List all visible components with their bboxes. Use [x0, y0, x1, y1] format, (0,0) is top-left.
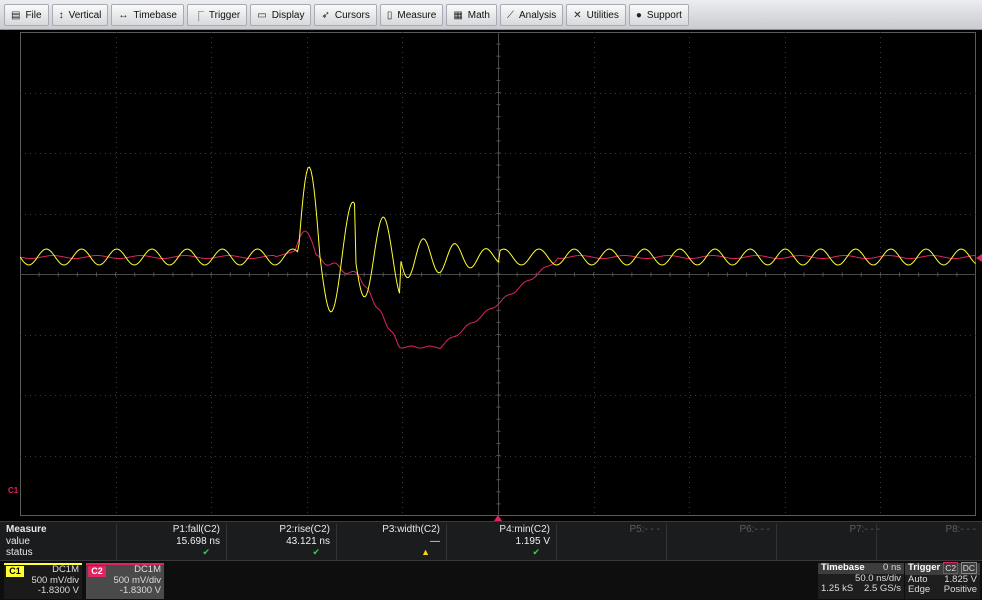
c2-offset: -1.8300 V [119, 585, 161, 596]
measure-param-value [667, 536, 770, 548]
menu-label: Trigger [208, 9, 241, 21]
trigger-level-marker-icon[interactable] [976, 254, 982, 262]
menu-timebase-button[interactable]: ↔ Timebase [111, 4, 184, 26]
status-check-icon [557, 547, 660, 559]
trigger-title: Trigger [908, 562, 941, 573]
menu-trigger-button[interactable]: ⎾ Trigger [186, 4, 248, 26]
measure-title: Measure [6, 524, 47, 535]
channel-descriptor-c1[interactable]: C1 DC1M 500 mV/div -1.8300 V [4, 563, 82, 599]
trace-label-c1: C1 [8, 486, 19, 495]
status-check-icon: ✔ [202, 547, 210, 557]
measure-param-1[interactable]: P1:fall(C2) 15.698 ns ✔ [116, 524, 224, 560]
warning-icon: ▲ [421, 547, 430, 557]
analysis-chart-icon: ⟋ [507, 9, 514, 21]
menu-label: Support [646, 9, 682, 21]
menu-label: Display [271, 9, 305, 21]
timebase-title: Timebase [821, 562, 865, 573]
menu-label: Analysis [519, 9, 557, 21]
descriptor-bar: C1 DC1M 500 mV/div -1.8300 V C2 DC1M 500… [0, 561, 982, 600]
menu-math-button[interactable]: ▦ Math [446, 4, 497, 26]
math-icon: ▦ [453, 9, 463, 21]
waveform-display[interactable] [20, 32, 976, 516]
measure-param-7[interactable]: P7:- - - [776, 524, 884, 560]
graticule-svg [20, 32, 976, 516]
trigger-source: C2 [943, 562, 959, 574]
timebase-descriptor[interactable]: Timebase 0 ns 50.0 ns/div 1.25 kS 2.5 GS… [818, 562, 904, 599]
horizontal-arrow-icon: ↔ [118, 9, 129, 21]
info-icon: ● [635, 9, 642, 21]
measure-icon: ▯ [386, 9, 393, 21]
menu-label: Cursors [334, 9, 370, 21]
timebase-delay: 0 ns [883, 562, 901, 573]
measure-row-status-label: status [6, 547, 33, 558]
menu-measure-button[interactable]: ▯ Measure [379, 4, 444, 26]
status-check-icon: ✔ [312, 547, 320, 557]
trigger-coupling: DC [960, 562, 977, 574]
measure-param-6[interactable]: P6:- - - [666, 524, 774, 560]
measure-param-value: 1.195 V [515, 535, 550, 547]
menu-display-button[interactable]: ▭ Display [250, 4, 312, 26]
measure-param-label: P4:min(C2) [499, 524, 550, 535]
menu-label: Timebase [133, 9, 177, 21]
menu-label: Utilities [586, 9, 619, 21]
measure-param-value: 15.698 ns [176, 535, 220, 547]
measure-param-value [557, 536, 660, 548]
measure-row-value-label: value [6, 535, 30, 547]
status-check-icon [777, 547, 880, 559]
menu-label: Vertical [68, 9, 102, 21]
menu-label: Measure [397, 9, 437, 21]
trigger-icon: ⎾ [193, 11, 204, 23]
c1-tag: C1 [6, 566, 24, 577]
channel-descriptor-c2[interactable]: C2 DC1M 500 mV/div -1.8300 V [86, 563, 164, 599]
measure-row-labels: Measure value status [6, 524, 47, 559]
c1-offset: -1.8300 V [37, 585, 79, 596]
menu-label: File [25, 9, 42, 21]
measure-param-4[interactable]: P4:min(C2) 1.195 V ✔ [446, 524, 554, 560]
measure-param-label: P6:- - - [739, 524, 770, 535]
menu-file-button[interactable]: ▤ File [4, 4, 49, 26]
measure-param-label: P2:rise(C2) [279, 524, 330, 535]
measure-param-3[interactable]: P3:width(C2) — ▲ [336, 524, 444, 560]
menu-cursors-button[interactable]: ➶ Cursors [314, 4, 377, 26]
measure-param-2[interactable]: P2:rise(C2) 43.121 ns ✔ [226, 524, 334, 560]
menu-bar: ▤ File ↕ Vertical ↔ Timebase ⎾ Trigger ▭ Display ➶… [0, 0, 982, 30]
measure-param-value: — [430, 535, 440, 547]
tools-icon: ✕ [573, 9, 582, 21]
measure-param-label: P1:fall(C2) [172, 524, 220, 535]
menu-utilities-button[interactable]: ✕ Utilities [566, 4, 626, 26]
trigger-type: Edge [908, 584, 931, 595]
measure-param-value [777, 536, 880, 548]
menu-support-button[interactable]: ● Support [628, 4, 689, 26]
timebase-samples: 1.25 kS [821, 583, 854, 594]
menu-vertical-button[interactable]: ↕ Vertical [51, 4, 109, 26]
measure-param-label: P5:- - - [629, 524, 660, 535]
measure-param-8[interactable]: P8:- - - [876, 524, 980, 560]
measure-param-label: P3:width(C2) [382, 524, 440, 535]
measure-param-5[interactable]: P5:- - - [556, 524, 664, 560]
menu-label: Math [467, 9, 490, 21]
file-icon: ▤ [11, 9, 21, 21]
status-check-icon: ✔ [532, 547, 540, 557]
cursor-icon: ➶ [321, 9, 330, 21]
measure-param-value: 43.121 ns [286, 535, 330, 547]
measure-param-value [877, 536, 976, 548]
measure-table[interactable]: Measure value status P1:fall(C2) 15.698 n… [0, 521, 982, 561]
c2-tag: C2 [88, 566, 106, 577]
status-check-icon [877, 547, 976, 559]
measure-param-label: P7:- - - [849, 524, 880, 535]
status-check-icon [667, 547, 770, 559]
measure-param-label: P8:- - - [945, 524, 976, 535]
trigger-descriptor[interactable]: Trigger C2 DC Auto 1.825 V Edge Positive [905, 562, 980, 599]
vertical-arrow-icon: ↕ [58, 9, 64, 21]
timebase-rate: 2.5 GS/s [864, 583, 901, 594]
trigger-slope: Positive [943, 584, 977, 595]
menu-analysis-button[interactable]: ⟋ Analysis [500, 4, 564, 26]
menu-items: ▤ File ↕ Vertical ↔ Timebase ⎾ Trigger ▭ Display ➶… [0, 0, 982, 30]
display-icon: ▭ [257, 9, 267, 21]
